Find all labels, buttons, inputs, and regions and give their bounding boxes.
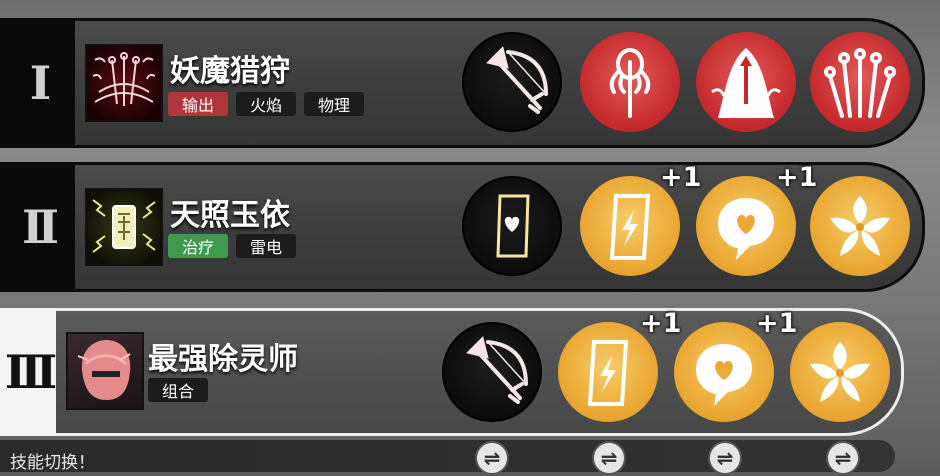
skill-bonus-badge: +1 bbox=[640, 308, 682, 339]
tag-fire: 火焰 bbox=[236, 92, 297, 116]
tag-physical: 物理 bbox=[304, 92, 365, 116]
tag-thunder: 雷电 bbox=[236, 234, 297, 258]
tag-list: 治疗 雷电 bbox=[168, 234, 297, 258]
tag-output: 输出 bbox=[168, 92, 229, 116]
team-name: 妖魔猎狩 bbox=[170, 54, 290, 89]
swap-icon[interactable]: ⇌ bbox=[708, 441, 742, 475]
tag-list: 输出 火焰 物理 bbox=[168, 92, 365, 116]
team-row-2[interactable]: II 天照玉依 治疗 雷电 +1 +1 bbox=[0, 162, 925, 292]
skill-bonus-badge: +1 bbox=[756, 308, 798, 339]
skill-switch-bar bbox=[0, 440, 895, 472]
swap-icon[interactable]: ⇌ bbox=[826, 441, 860, 475]
tag-heal: 治疗 bbox=[168, 234, 229, 258]
swap-icon[interactable]: ⇌ bbox=[592, 441, 626, 475]
skill-switch-hint: 技能切换！ bbox=[10, 453, 95, 473]
bow-arrow-icon[interactable] bbox=[462, 32, 562, 132]
tag-list: 组合 bbox=[148, 378, 209, 402]
row-numeral: II bbox=[0, 162, 75, 292]
hooded-arrow-icon[interactable] bbox=[696, 32, 796, 132]
squid-arrow-icon[interactable] bbox=[580, 32, 680, 132]
skill-bonus-badge: +1 bbox=[660, 162, 702, 193]
exorcist-portrait-icon bbox=[66, 332, 144, 410]
talisman-icon bbox=[85, 188, 163, 266]
bow-arrow-icon[interactable] bbox=[442, 322, 542, 422]
skill-bonus-badge: +1 bbox=[776, 162, 818, 193]
arrow-fan-icon[interactable] bbox=[810, 32, 910, 132]
sakura-icon[interactable] bbox=[810, 176, 910, 276]
hunter-bows-icon bbox=[85, 44, 163, 122]
heart-card-icon[interactable] bbox=[462, 176, 562, 276]
swap-icon[interactable]: ⇌ bbox=[475, 441, 509, 475]
row-numeral: III bbox=[0, 308, 57, 436]
team-name: 天照玉依 bbox=[170, 198, 290, 233]
team-row-1[interactable]: I 妖魔猎狩 输出 火焰 物理 bbox=[0, 18, 925, 148]
row-numeral: I bbox=[0, 18, 75, 148]
team-name: 最强除灵师 bbox=[148, 342, 298, 377]
sakura-icon[interactable] bbox=[790, 322, 890, 422]
tag-combo: 组合 bbox=[148, 378, 209, 402]
team-row-3[interactable]: III 最强除灵师 组合 +1 +1 bbox=[0, 308, 904, 436]
